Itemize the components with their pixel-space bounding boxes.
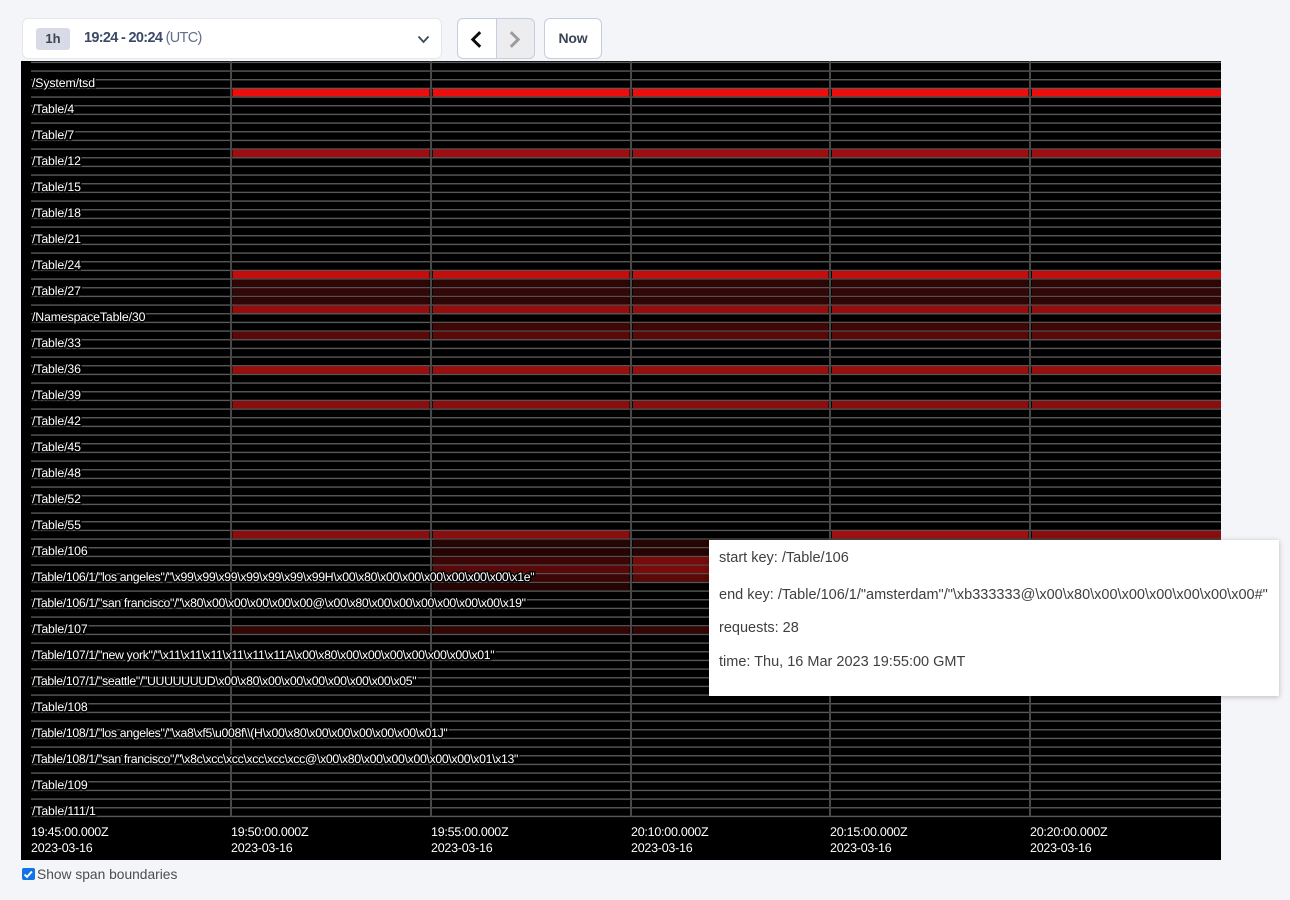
svg-text:/Table/107/1/"seattle"/"UUUUUU: /Table/107/1/"seattle"/"UUUUUUUD\x00\x80… [32, 674, 416, 688]
svg-text:/Table/106/1/"los angeles"/"\x: /Table/106/1/"los angeles"/"\x99\x99\x99… [32, 570, 534, 584]
svg-text:/Table/107/1/"new york"/"\x11\: /Table/107/1/"new york"/"\x11\x11\x11\x1… [32, 648, 494, 662]
svg-text:2023-03-16: 2023-03-16 [431, 841, 493, 855]
svg-text:/Table/24: /Table/24 [32, 258, 81, 272]
svg-text:/Table/27: /Table/27 [32, 284, 81, 298]
svg-text:20:20:00.000Z: 20:20:00.000Z [1030, 825, 1108, 839]
svg-text:/Table/48: /Table/48 [32, 466, 81, 480]
svg-text:/Table/4: /Table/4 [32, 102, 74, 116]
svg-text:/Table/36: /Table/36 [32, 362, 81, 376]
svg-text:/Table/18: /Table/18 [32, 206, 81, 220]
svg-text:/System/tsd: /System/tsd [32, 76, 95, 90]
svg-text:/Table/107: /Table/107 [32, 622, 88, 636]
svg-text:/Table/15: /Table/15 [32, 180, 81, 194]
svg-text:2023-03-16: 2023-03-16 [231, 841, 293, 855]
svg-text:/Table/33: /Table/33 [32, 336, 81, 350]
svg-text:/Table/108/1/"los angeles"/"\x: /Table/108/1/"los angeles"/"\xa8\xf5\u00… [32, 726, 447, 740]
svg-text:/Table/109: /Table/109 [32, 778, 88, 792]
svg-text:/Table/111/1: /Table/111/1 [32, 804, 96, 818]
svg-text:/Table/108/1/"san francisco"/": /Table/108/1/"san francisco"/"\x8c\xcc\x… [32, 752, 518, 766]
svg-text:2023-03-16: 2023-03-16 [1030, 841, 1092, 855]
svg-text:/Table/39: /Table/39 [32, 388, 81, 402]
svg-text:2023-03-16: 2023-03-16 [631, 841, 693, 855]
svg-text:/Table/12: /Table/12 [32, 154, 81, 168]
svg-text:19:50:00.000Z: 19:50:00.000Z [231, 825, 309, 839]
svg-text:/Table/106/1/"san francisco"/": /Table/106/1/"san francisco"/"\x80\x00\x… [32, 596, 526, 610]
svg-text:19:45:00.000Z: 19:45:00.000Z [31, 825, 109, 839]
svg-text:19:55:00.000Z: 19:55:00.000Z [431, 825, 509, 839]
svg-text:/Table/45: /Table/45 [32, 440, 81, 454]
svg-text:/Table/42: /Table/42 [32, 414, 81, 428]
svg-text:20:10:00.000Z: 20:10:00.000Z [631, 825, 709, 839]
svg-text:/Table/55: /Table/55 [32, 518, 81, 532]
svg-text:/Table/7: /Table/7 [32, 128, 74, 142]
svg-text:/Table/21: /Table/21 [32, 232, 81, 246]
svg-text:/Table/106: /Table/106 [32, 544, 88, 558]
svg-text:/NamespaceTable/30: /NamespaceTable/30 [32, 310, 146, 324]
svg-text:20:15:00.000Z: 20:15:00.000Z [830, 825, 908, 839]
svg-text:2023-03-16: 2023-03-16 [830, 841, 892, 855]
svg-text:2023-03-16: 2023-03-16 [31, 841, 93, 855]
svg-text:/Table/52: /Table/52 [32, 492, 81, 506]
svg-text:/Table/108: /Table/108 [32, 700, 88, 714]
